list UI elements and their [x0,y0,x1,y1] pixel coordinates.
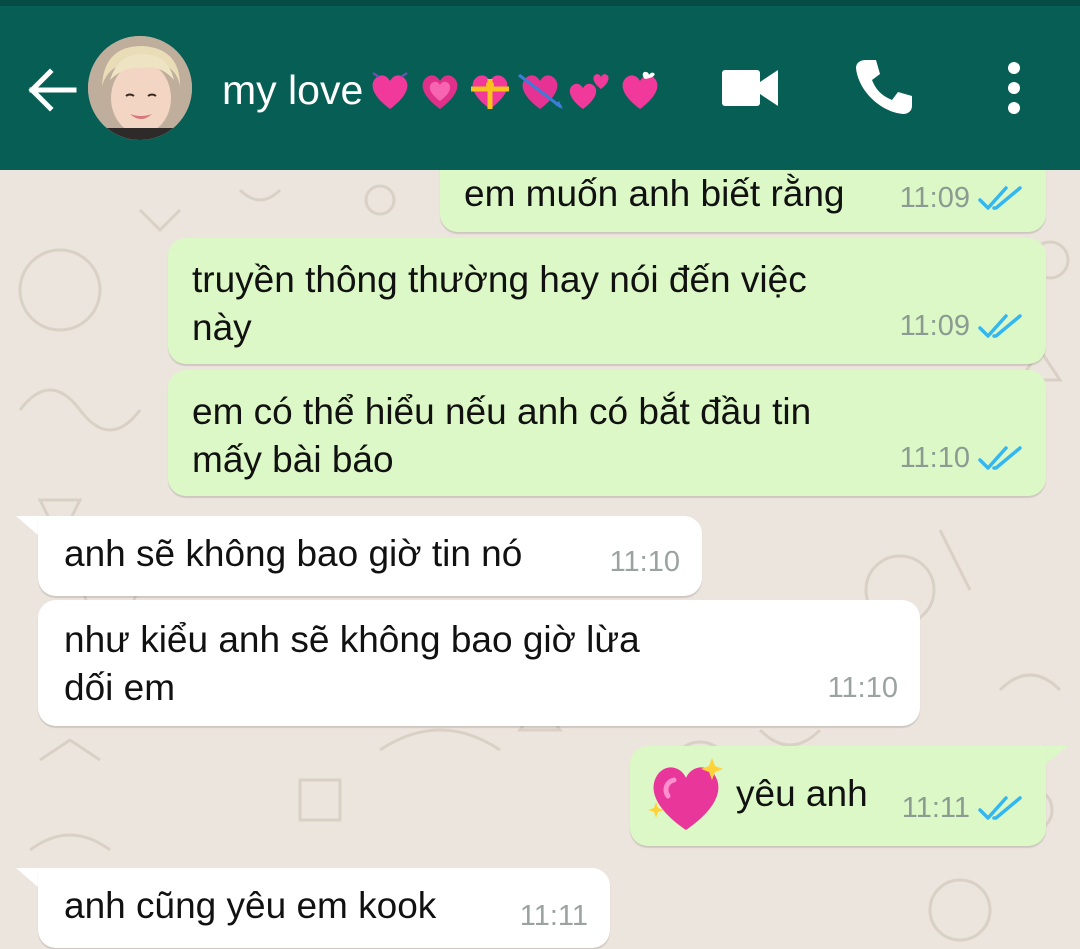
heart-emoji-row [365,65,665,115]
read-receipt-icon [978,186,1022,210]
message-meta: 11:11 [520,892,588,940]
message-text: yêu anh [736,773,868,814]
message-meta: 11:10 [828,664,898,712]
message-meta: 11:10 [900,434,1024,482]
heart-gift-icon [471,75,510,109]
contact-name: my love [222,66,364,113]
message-text: em có thể hiểu nếu anh có bắt đầu tin mấ… [192,391,812,480]
message-time: 11:10 [609,546,680,578]
two-hearts-icon [570,74,609,109]
heart-arrow-icon [518,73,564,109]
chat-header: my love [0,0,1080,170]
read-receipt-icon [978,446,1022,470]
message-bubble-outgoing[interactable]: truyền thông thường hay nói đến việc này… [168,238,1046,364]
message-time: 11:10 [899,442,970,474]
message-meta: 11:09 [900,174,1024,222]
read-receipt-icon [978,796,1022,820]
message-text: em muốn anh biết rằng [464,173,845,214]
read-receipt-icon [978,314,1022,338]
back-arrow-icon[interactable] [24,62,80,118]
growing-heart-icon [422,75,458,109]
message-text: anh cũng yêu em kook [64,885,437,926]
message-time: 11:11 [519,900,588,932]
revolving-hearts-icon [622,71,658,109]
message-text: truyền thông thường hay nói đến việc này [192,259,807,348]
status-bar-strip [0,0,1080,6]
message-meta: 11:10 [610,538,680,586]
message-bubble-incoming[interactable]: anh cũng yêu em kook 11:11 [38,868,610,948]
message-meta: 11:11 [902,784,1024,832]
message-time: 11:10 [827,672,898,704]
voice-call-icon[interactable] [852,56,914,118]
contact-title[interactable]: my love [222,58,665,122]
message-bubble-outgoing[interactable]: em muốn anh biết rằng 11:09 [440,170,1046,232]
message-meta: 11:09 [900,302,1024,350]
more-options-icon[interactable] [998,60,1030,116]
conversation-area[interactable]: em muốn anh biết rằng 11:09 truyền thông… [0,170,1080,949]
message-text: anh sẽ không bao giờ tin nó [64,533,523,574]
message-time: 11:11 [901,792,970,824]
heart-with-ribbon-icon [372,72,408,109]
video-call-icon[interactable] [720,62,780,114]
contact-avatar[interactable] [88,36,192,140]
message-time: 11:09 [899,182,970,214]
message-bubble-incoming[interactable]: như kiểu anh sẽ không bao giờ lừa dối em… [38,600,920,726]
message-bubble-outgoing[interactable]: em có thể hiểu nếu anh có bắt đầu tin mấ… [168,370,1046,496]
message-time: 11:09 [899,310,970,342]
sparkling-heart-icon [648,758,723,830]
message-bubble-outgoing[interactable]: yêu anh 11:11 [630,746,1046,846]
avatar-photo [88,36,192,140]
message-bubble-incoming[interactable]: anh sẽ không bao giờ tin nó 11:10 [38,516,702,596]
message-text: như kiểu anh sẽ không bao giờ lừa dối em [64,619,640,708]
